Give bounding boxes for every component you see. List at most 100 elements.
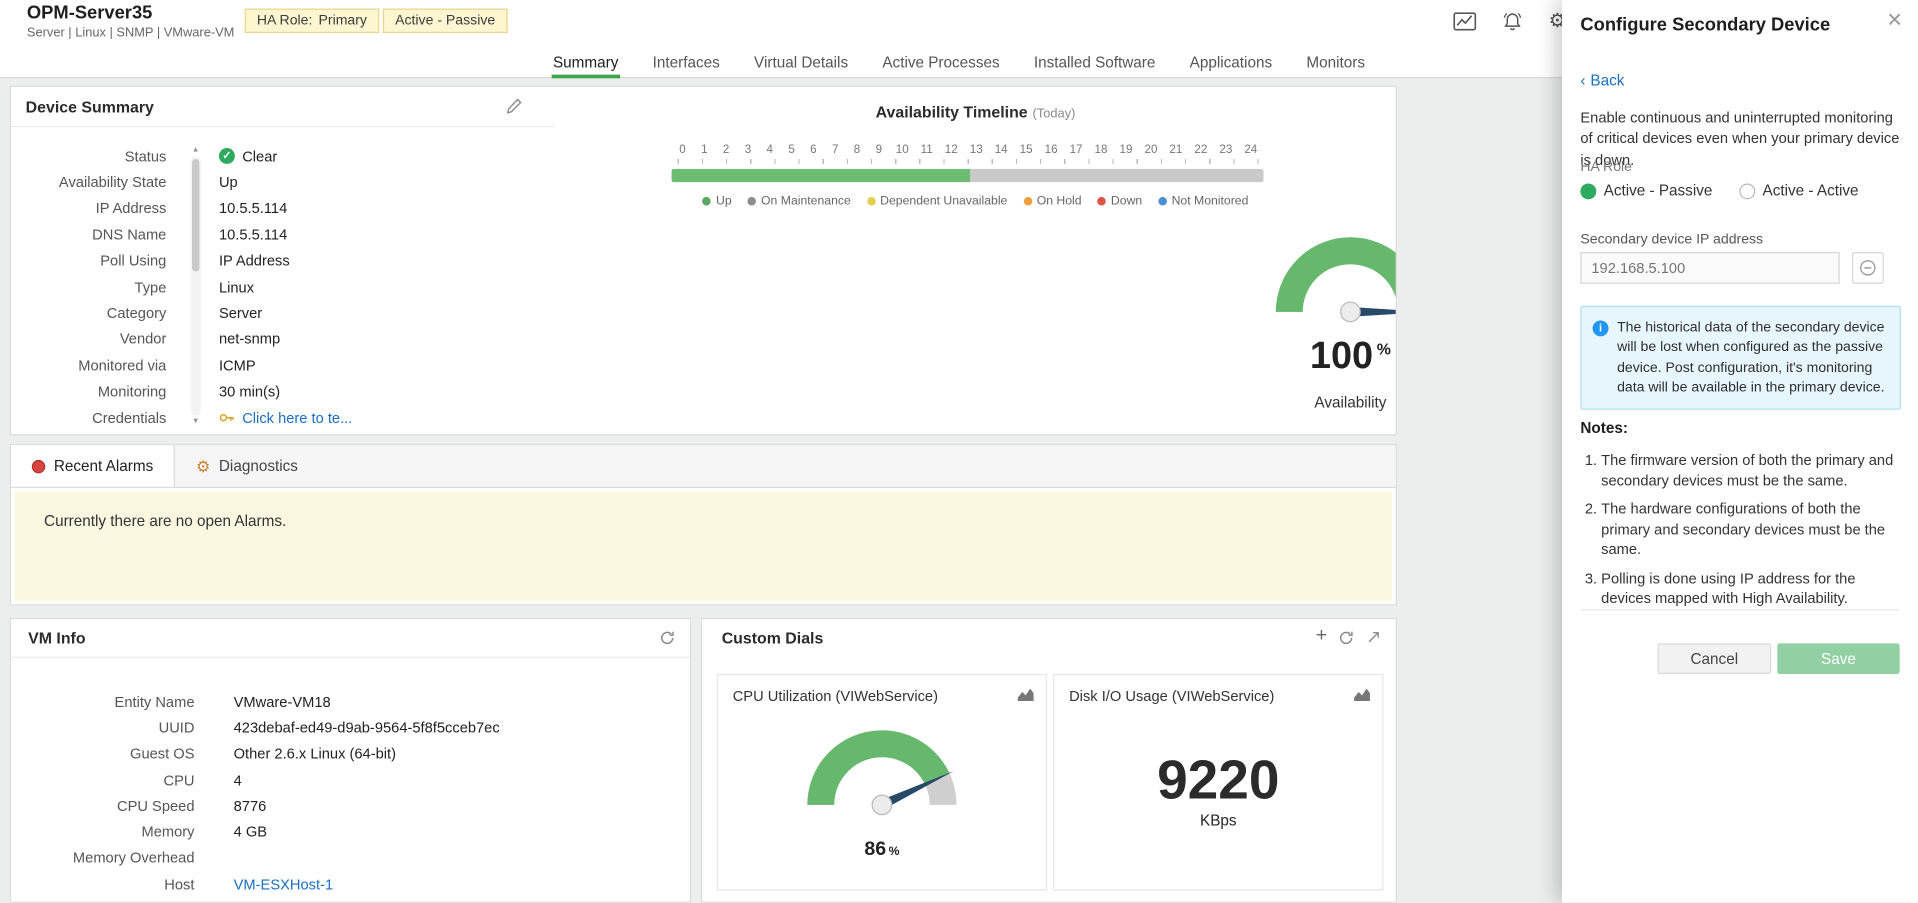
scrollbar-thumb[interactable] <box>192 159 199 272</box>
legend-item: On Maintenance <box>748 194 851 207</box>
property-value: 10.5.5.114 <box>219 226 287 243</box>
property-label: Poll Using <box>23 252 166 269</box>
hour-label: 23 <box>1219 143 1232 156</box>
legend-dot <box>1097 197 1106 206</box>
scrollbar-track[interactable] <box>191 157 201 416</box>
radio-label: Active - Active <box>1763 182 1859 199</box>
value-text: 4 GB <box>234 823 267 840</box>
hour-label: 5 <box>787 143 797 156</box>
property-row: DNS Name10.5.5.114 <box>23 222 549 248</box>
value-text: net-snmp <box>219 331 280 348</box>
tab-monitors[interactable]: Monitors <box>1305 49 1366 78</box>
area-chart-icon[interactable] <box>1016 686 1034 708</box>
property-value: 423debaf-ed49-d9ab-9564-5f8f5cceb7ec <box>234 719 500 736</box>
alarms-tab-bar: Recent Alarms ⚙ Diagnostics <box>11 445 1396 488</box>
property-value: VMware-VM18 <box>234 693 331 710</box>
ha-role-badge: HA Role:Primary <box>245 9 380 33</box>
secondary-ip-input[interactable] <box>1580 252 1839 284</box>
property-row: Monitored viaICMP <box>23 352 549 378</box>
alarms-panel: Recent Alarms ⚙ Diagnostics Currently th… <box>10 444 1397 605</box>
credentials-key-icon <box>219 411 235 424</box>
dial-title: CPU Utilization (VIWebService) <box>733 687 1014 704</box>
performance-chart-icon[interactable] <box>1453 12 1476 30</box>
refresh-icon[interactable] <box>659 630 675 646</box>
tab-summary[interactable]: Summary <box>552 49 620 78</box>
edit-pencil-icon[interactable] <box>506 98 522 120</box>
close-icon[interactable]: × <box>1887 7 1902 33</box>
radio-unselected-icon[interactable] <box>1739 183 1755 199</box>
hour-label: 18 <box>1095 143 1108 156</box>
legend-label: Not Monitored <box>1172 194 1249 207</box>
timeline-segment-no-data <box>970 169 1264 182</box>
refresh-icon[interactable] <box>1338 630 1354 646</box>
tab-label: Recent Alarms <box>54 457 153 474</box>
device-name: OPM-Server35 <box>27 2 152 23</box>
property-row: Memory4 GB <box>23 819 677 845</box>
tab-applications[interactable]: Applications <box>1188 49 1273 78</box>
device-meta: Server | Linux | SNMP | VMware-VM <box>27 26 234 41</box>
ha-role-option-active-active[interactable]: Active - Active <box>1739 182 1858 199</box>
device-summary-scrollbar[interactable]: ▲ ▼ <box>190 146 202 427</box>
legend-label: Down <box>1111 194 1142 207</box>
back-link[interactable]: ‹Back <box>1580 72 1624 89</box>
add-dial-icon[interactable]: + <box>1316 626 1327 646</box>
value-text: Server <box>219 305 262 322</box>
tab-active-processes[interactable]: Active Processes <box>881 49 1001 78</box>
legend-item: Not Monitored <box>1158 194 1248 207</box>
legend-item: Up <box>703 194 732 207</box>
save-button[interactable]: Save <box>1777 643 1899 674</box>
note-item: Polling is done using IP address for the… <box>1601 568 1908 608</box>
property-row: Status✓Clear <box>23 143 549 169</box>
cancel-button[interactable]: Cancel <box>1657 643 1771 674</box>
tab-virtual-details[interactable]: Virtual Details <box>753 49 849 78</box>
device-summary-column: Device Summary Status✓Clear Availability … <box>11 87 555 434</box>
value-text: 10.5.5.114 <box>219 200 287 217</box>
device-summary-rows: Status✓ClearAvailability StateUpIP Addre… <box>23 143 549 431</box>
expand-icon[interactable] <box>1366 630 1381 645</box>
property-label: CPU <box>23 771 194 788</box>
cpu-utilization-gauge <box>801 724 962 815</box>
status-clear-icon: ✓ <box>219 148 235 164</box>
vm-info-panel: VM Info Entity NameVMware-VM18UUID423deb… <box>10 618 691 903</box>
timeline-hour-scale: 0123456789101112131415161718192021222324 <box>678 143 1258 156</box>
tab-interfaces[interactable]: Interfaces <box>651 49 721 78</box>
availability-label: Availability <box>1270 394 1397 411</box>
secondary-ip-label: Secondary device IP address <box>1580 232 1763 247</box>
tab-installed-software[interactable]: Installed Software <box>1033 49 1157 78</box>
property-row: Memory Overhead <box>23 845 677 871</box>
note-item: The hardware configurations of both the … <box>1601 499 1908 560</box>
hour-label: 21 <box>1169 143 1182 156</box>
value-text: 30 min(s) <box>219 383 280 400</box>
hour-label: 7 <box>830 143 840 156</box>
scroll-down-icon[interactable]: ▼ <box>192 417 199 427</box>
tab-recent-alarms[interactable]: Recent Alarms <box>11 445 175 487</box>
disk-io-dial-card: Disk I/O Usage (VIWebService) 9220 KBps <box>1053 674 1383 891</box>
tab-diagnostics[interactable]: ⚙ Diagnostics <box>175 445 318 487</box>
back-label: Back <box>1590 72 1624 89</box>
legend-dot <box>867 197 876 206</box>
property-label: Category <box>23 305 166 322</box>
value-link[interactable]: VM-ESXHost-1 <box>234 875 334 892</box>
property-label: Monitoring <box>23 383 166 400</box>
property-value: Click here to te... <box>219 409 352 426</box>
value-link[interactable]: Click here to te... <box>242 409 352 426</box>
value-text: Other 2.6.x Linux (64-bit) <box>234 745 396 762</box>
remove-secondary-icon[interactable] <box>1852 252 1884 284</box>
ha-role-option-active-passive[interactable]: Active - Passive <box>1580 182 1712 199</box>
property-label: CPU Speed <box>23 797 194 814</box>
scroll-up-icon[interactable]: ▲ <box>192 146 199 156</box>
timeline-bar <box>672 169 1264 182</box>
area-chart-icon[interactable] <box>1353 686 1371 708</box>
legend-label: On Hold <box>1037 194 1082 207</box>
hour-label: 4 <box>765 143 775 156</box>
alarm-bell-icon[interactable] <box>1502 11 1523 32</box>
property-label: Monitored via <box>23 357 166 374</box>
property-label: Availability State <box>23 174 166 191</box>
divider <box>1580 609 1899 610</box>
radio-selected-icon[interactable] <box>1580 183 1596 199</box>
custom-dials-title: Custom Dials <box>722 629 824 647</box>
device-summary-header: Device Summary <box>11 87 555 127</box>
value-text: IP Address <box>219 252 290 269</box>
property-value: 30 min(s) <box>219 383 280 400</box>
device-summary-title: Device Summary <box>26 98 154 116</box>
